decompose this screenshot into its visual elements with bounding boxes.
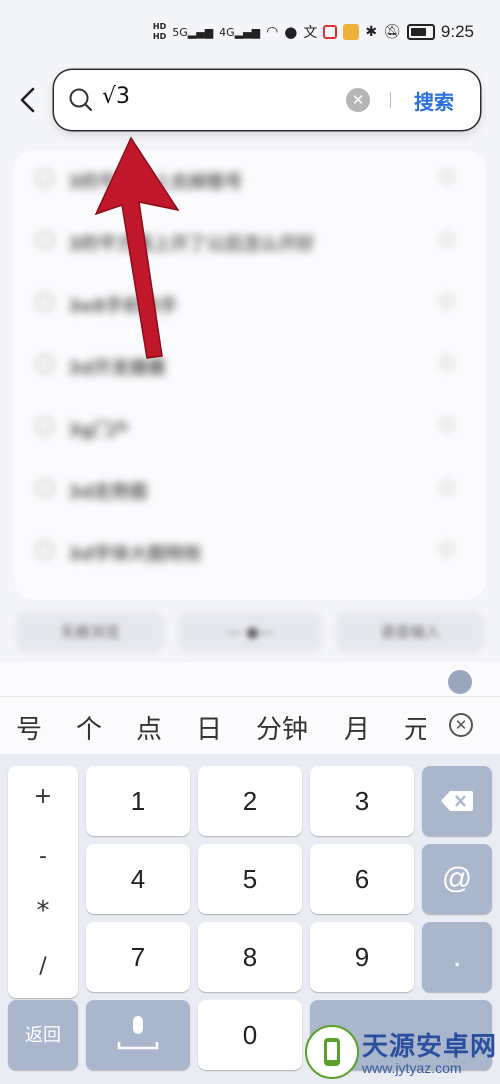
divider [390,92,391,108]
clear-icon[interactable]: ✕ [346,88,370,112]
list-item[interactable]: 3e8手机助手 [22,276,462,330]
back-icon[interactable] [18,86,38,114]
dot-key[interactable]: . [422,922,492,992]
key-6[interactable]: 6 [310,844,414,914]
fill-arrow-icon[interactable] [440,170,454,184]
key-2[interactable]: 2 [198,766,302,836]
symbol-key-multiply[interactable]: * [8,896,78,926]
list-item[interactable]: 3的平方根上开了以后怎么开好 [22,214,462,268]
battery-icon [406,24,435,40]
candidate-item[interactable]: 月 [344,709,370,746]
symbol-list[interactable]: + - * / [8,766,78,998]
fill-arrow-icon[interactable] [440,356,454,370]
incognito-button[interactable]: 无痕浏览 [16,612,164,652]
list-item[interactable]: 3d开发建模 [22,338,462,392]
backspace-key[interactable] [422,766,492,836]
search-input[interactable] [102,84,342,109]
list-item[interactable]: 3的平方根上去掉根号 [22,152,462,206]
status-time: 9:25 [440,22,474,41]
search-icon [36,541,54,559]
watermark: 天源安卓网 www.jytyaz.com [300,1020,500,1084]
keyboard-toolbar [0,662,500,696]
fill-arrow-icon[interactable] [440,294,454,308]
app-icon [323,25,338,39]
search-box[interactable]: ✕ 搜索 [54,70,480,130]
fill-arrow-icon[interactable] [440,480,454,494]
key-3[interactable]: 3 [310,766,414,836]
list-item[interactable]: 3g门户 [22,400,462,454]
watermark-name: 天源安卓网 [362,1032,498,1062]
return-key[interactable]: 返回 [8,1000,78,1070]
4g-signal-icon: 4G▂▄▆ [219,25,261,39]
candidate-item[interactable]: 元 [404,709,426,746]
symbol-key-plus[interactable]: + [8,784,78,809]
search-icon [36,231,54,249]
voice-key[interactable] [86,1000,190,1070]
close-candidates-icon[interactable]: ✕ [449,713,473,737]
fill-arrow-icon[interactable] [440,542,454,556]
keyboard-logo-icon[interactable] [448,670,472,694]
candidate-item[interactable]: 点 [136,709,162,746]
search-icon [36,169,54,187]
candidate-item[interactable]: 个 [76,709,102,746]
key-5[interactable]: 5 [198,844,302,914]
key-7[interactable]: 7 [86,922,190,992]
list-item[interactable]: 3d字体大图特效 [22,524,462,578]
key-0[interactable]: 0 [198,1000,302,1070]
microphone-icon [117,1016,159,1050]
fill-arrow-icon[interactable] [440,232,454,246]
list-item[interactable]: 3d走势图 [22,462,462,516]
wifi-icon: ◠ [266,24,279,40]
search-icon [69,88,93,112]
search-icon [36,479,54,497]
translate-icon: 文 [303,25,318,41]
search-icon [36,355,54,373]
toggle-switch[interactable]: — ●— [178,612,322,652]
bluetooth-icon: ✱ [365,24,378,40]
key-9[interactable]: 9 [310,922,414,992]
qq-icon: ● [284,23,298,41]
search-icon [36,417,54,435]
watermark-logo-icon [305,1025,359,1079]
status-bar: HD HD 5G▂▄▆ 4G▂▄▆ ◠ ● 文 ✱ 🔕︎ 9:25 [0,0,500,62]
key-4[interactable]: 4 [86,844,190,914]
app-icon-2 [343,24,360,40]
key-1[interactable]: 1 [86,766,190,836]
fill-arrow-icon[interactable] [440,418,454,432]
mute-icon: 🔕︎ [383,24,401,40]
symbol-key-minus[interactable]: - [8,844,78,869]
symbol-key-divide[interactable]: / [8,954,78,979]
candidate-item[interactable]: 号 [16,709,42,746]
at-key[interactable]: @ [422,844,492,914]
5g-signal-icon: 5G▂▄▆ [172,25,214,39]
candidate-item[interactable]: 日 [196,709,222,746]
action-bar: 无痕浏览 — ●— 语音输入 [0,604,500,660]
watermark-url: www.jytyaz.com [362,1060,462,1076]
search-button[interactable]: 搜索 [414,86,454,115]
key-8[interactable]: 8 [198,922,302,992]
backspace-icon [441,791,473,811]
voice-input-button[interactable]: 语音输入 [336,612,484,652]
candidate-item[interactable]: 分钟 [256,709,308,746]
search-icon [36,293,54,311]
hd-icon: HD HD [152,22,167,41]
candidate-bar: 号 个 点 日 分钟 月 元 ✕ [0,696,500,755]
